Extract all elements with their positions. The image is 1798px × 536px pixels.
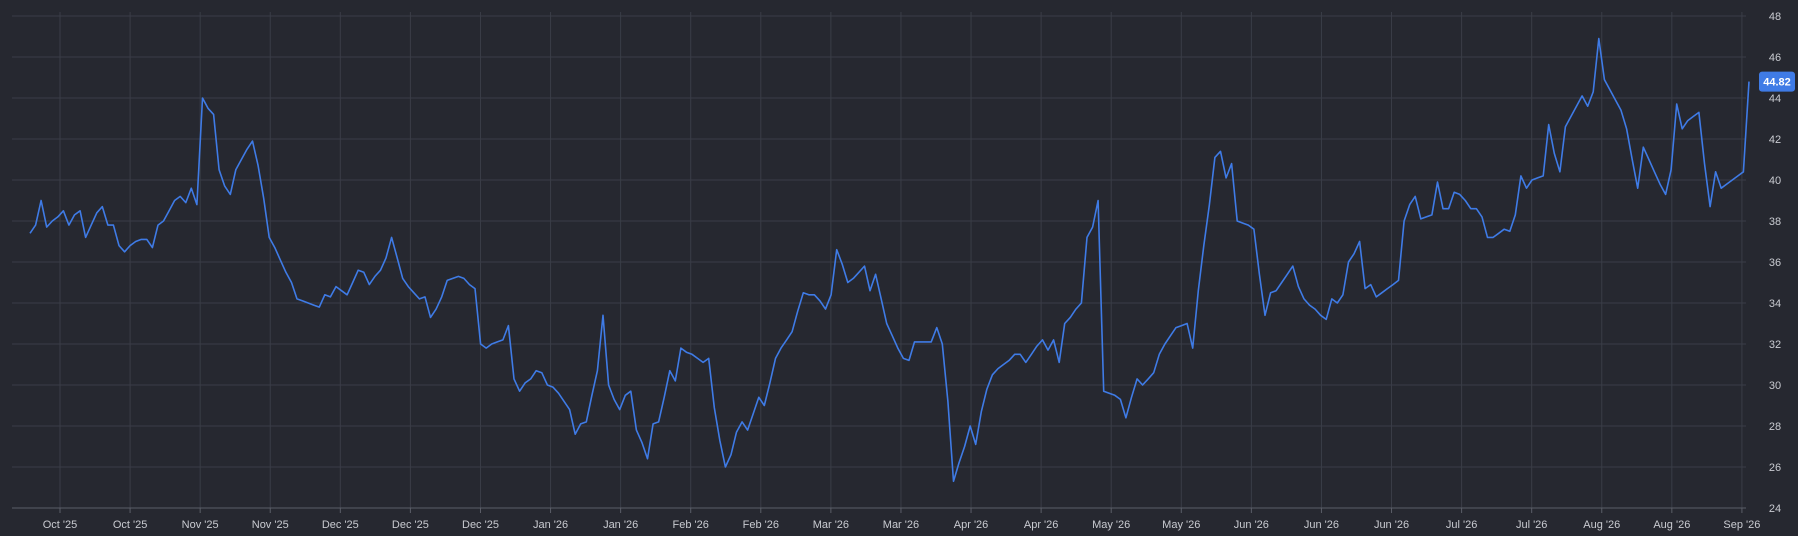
x-tick-label: Jan '26: [603, 519, 638, 531]
x-tick-label: Apr '26: [1024, 519, 1059, 531]
y-tick-label: 34: [1769, 298, 1781, 310]
x-tick-label: May '26: [1162, 519, 1200, 531]
y-tick-label: 24: [1769, 503, 1781, 515]
x-tick-label: Jul '26: [1446, 519, 1477, 531]
x-tick-label: Feb '26: [673, 519, 709, 531]
y-tick-label: 38: [1769, 216, 1781, 228]
x-tick-label: Jun '26: [1374, 519, 1409, 531]
series-layer: [29, 37, 1750, 483]
y-tick-label: 30: [1769, 380, 1781, 392]
x-tick-label: Dec '25: [462, 519, 499, 531]
x-tick-label: Nov '25: [182, 519, 219, 531]
x-tick-label: Mar '26: [813, 519, 849, 531]
y-tick-label: 48: [1769, 11, 1781, 23]
y-tick-label: 40: [1769, 175, 1781, 187]
y-tick-label: 32: [1769, 339, 1781, 351]
x-tick-label: May '26: [1092, 519, 1130, 531]
x-tick-label: Jan '26: [533, 519, 568, 531]
x-tick-label: Apr '26: [954, 519, 989, 531]
x-tick-label: Nov '25: [252, 519, 289, 531]
y-tick-label: 42: [1769, 134, 1781, 146]
x-axis: Oct '25 Oct '25 Nov '25 Nov '25 Dec '25 Dec '…: [12, 507, 1760, 531]
x-tick-label: Dec '25: [392, 519, 429, 531]
x-tick-label: Aug '26: [1583, 519, 1620, 531]
y-tick-label: 28: [1769, 421, 1781, 433]
y-tick-label: 36: [1769, 257, 1781, 269]
last-price-value: 44.82: [1763, 77, 1791, 89]
x-tick-label: Dec '25: [322, 519, 359, 531]
price-chart[interactable]: Oct '25 Oct '25 Nov '25 Nov '25 Dec '25 Dec '…: [0, 0, 1798, 536]
y-tick-label: 46: [1769, 52, 1781, 64]
y-tick-label: 44: [1769, 93, 1781, 105]
grid: [12, 12, 1746, 508]
x-tick-label: Aug '26: [1653, 519, 1690, 531]
last-price-badge: 44.82: [1759, 71, 1795, 92]
chart-canvas[interactable]: Oct '25 Oct '25 Nov '25 Nov '25 Dec '25 Dec '…: [0, 0, 1798, 536]
x-tick-label: Oct '25: [43, 519, 78, 531]
x-tick-label: Sep '26: [1723, 519, 1760, 531]
x-tick-label: Jun '26: [1234, 519, 1269, 531]
x-tick-label: Jun '26: [1304, 519, 1339, 531]
x-tick-label: Feb '26: [743, 519, 779, 531]
price-series-line: [29, 37, 1750, 483]
x-tick-label: Jul '26: [1516, 519, 1547, 531]
x-tick-label: Mar '26: [883, 519, 919, 531]
x-tick-label: Oct '25: [113, 519, 148, 531]
y-tick-label: 26: [1769, 462, 1781, 474]
